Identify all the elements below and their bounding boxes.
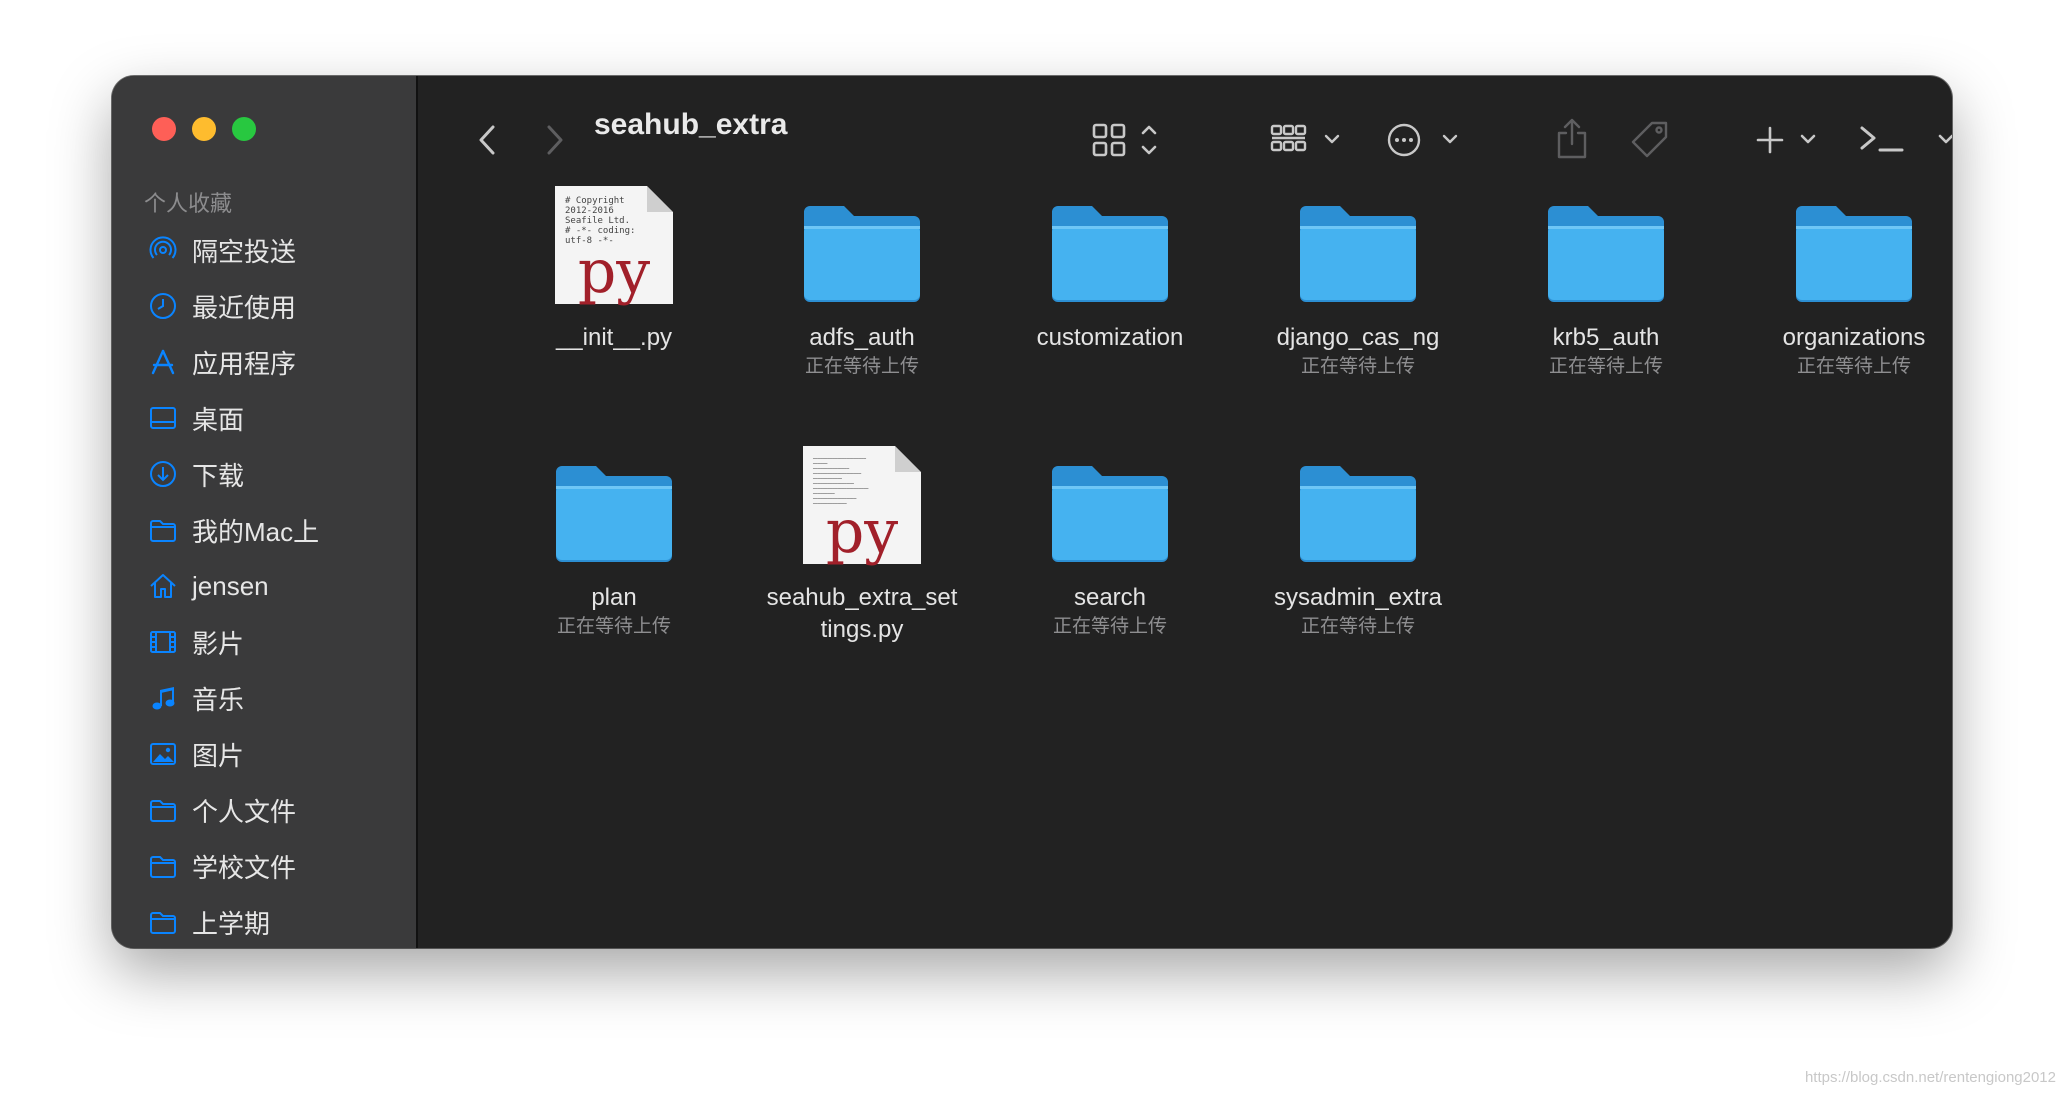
photo-icon: [148, 739, 178, 769]
sidebar-item-airdrop[interactable]: 隔空投送: [112, 222, 416, 278]
sidebar-item-label: 图片: [192, 740, 245, 771]
file-status: 正在等待上传: [1300, 616, 1415, 637]
file-name: seahub_extra_set tings.py: [766, 584, 958, 643]
sidebar-item-label: 影片: [192, 628, 245, 659]
folder-icon: [804, 206, 920, 302]
python-file-icon: # Copyright 2012-2016 Seafile Ltd. # -*-…: [555, 186, 673, 304]
sidebar-item-label: jensen: [192, 570, 269, 601]
desktop-icon: [148, 403, 178, 433]
music-icon: [148, 683, 178, 713]
file-item-adfs-auth[interactable]: adfs_auth 正在等待上传: [752, 176, 972, 380]
file-status: 正在等待上传: [1548, 356, 1663, 377]
applications-icon: [148, 347, 178, 377]
sidebar: 个人收藏 隔空投送 最近使用 应用程序 桌面 下载 我的Mac上 jensen …: [112, 76, 418, 948]
sidebar-item-label: 上学期: [192, 908, 271, 939]
folder-icon: [1796, 206, 1912, 302]
sidebar-item-label: 隔空投送: [192, 236, 297, 267]
sidebar-item-home[interactable]: jensen: [112, 558, 416, 614]
file-item-init-py[interactable]: # Copyright 2012-2016 Seafile Ltd. # -*-…: [504, 176, 724, 354]
sidebar-item-personal-files[interactable]: 个人文件: [112, 782, 416, 838]
folder-icon: [1052, 206, 1168, 302]
file-name: __init__.py: [555, 324, 673, 351]
folder-icon: [1052, 466, 1168, 562]
file-item-plan[interactable]: plan 正在等待上传: [504, 436, 724, 640]
sidebar-item-label: 个人文件: [192, 796, 297, 827]
python-file-icon: ━━━━━━━━━━━━━━━━━━━━━━ ━━━━━━ ━━━━━━━━━━…: [803, 446, 921, 564]
sidebar-item-on-my-mac[interactable]: 我的Mac上: [112, 502, 416, 558]
file-item-sysadmin-extra[interactable]: sysadmin_extra 正在等待上传: [1248, 436, 1468, 640]
sidebar-item-music[interactable]: 音乐: [112, 670, 416, 726]
close-button[interactable]: [152, 117, 176, 141]
file-item-krb5-auth[interactable]: krb5_auth 正在等待上传: [1496, 176, 1716, 380]
file-name: sysadmin_extra: [1273, 584, 1443, 611]
folder-icon: [148, 907, 178, 937]
file-grid: # Copyright 2012-2016 Seafile Ltd. # -*-…: [418, 76, 1952, 948]
airdrop-icon: [148, 235, 178, 265]
file-name: search: [1073, 584, 1147, 611]
file-status: 正在等待上传: [1300, 356, 1415, 377]
file-name: krb5_auth: [1552, 324, 1660, 351]
file-name: plan: [591, 584, 637, 611]
sidebar-item-label: 音乐: [192, 684, 245, 715]
home-icon: [148, 571, 178, 601]
folder-icon: [1548, 206, 1664, 302]
download-icon: [148, 459, 178, 489]
sidebar-item-desktop[interactable]: 桌面: [112, 390, 416, 446]
file-name: adfs_auth: [809, 324, 915, 351]
folder-icon: [148, 795, 178, 825]
folder-icon: [556, 466, 672, 562]
file-item-organizations[interactable]: organizations 正在等待上传: [1744, 176, 1952, 380]
sidebar-item-recents[interactable]: 最近使用: [112, 278, 416, 334]
folder-icon: [1300, 466, 1416, 562]
sidebar-item-school-files[interactable]: 学校文件: [112, 838, 416, 894]
file-status: 正在等待上传: [556, 616, 671, 637]
sidebar-list: 隔空投送 最近使用 应用程序 桌面 下载 我的Mac上 jensen 影片 音乐…: [112, 222, 416, 948]
file-item-django-cas-ng[interactable]: django_cas_ng 正在等待上传: [1248, 176, 1468, 380]
sidebar-item-label: 最近使用: [192, 292, 297, 323]
file-status: 正在等待上传: [1796, 356, 1911, 377]
file-item-search[interactable]: search 正在等待上传: [1000, 436, 1220, 640]
sidebar-item-applications[interactable]: 应用程序: [112, 334, 416, 390]
minimize-button[interactable]: [192, 117, 216, 141]
folder-icon: [148, 851, 178, 881]
sidebar-item-label: 桌面: [192, 404, 245, 435]
film-icon: [148, 627, 178, 657]
folder-icon: [148, 515, 178, 545]
sidebar-item-label: 学校文件: [192, 852, 297, 883]
file-status: 正在等待上传: [1052, 616, 1167, 637]
folder-icon: [1300, 206, 1416, 302]
file-name: django_cas_ng: [1276, 324, 1440, 351]
sidebar-item-movies[interactable]: 影片: [112, 614, 416, 670]
file-item-seahub-extra-settings-py[interactable]: ━━━━━━━━━━━━━━━━━━━━━━ ━━━━━━ ━━━━━━━━━━…: [752, 436, 972, 646]
file-name: organizations: [1782, 324, 1926, 351]
main-content: seahub_extra # Copyright 2012-2016 Seafi…: [418, 76, 1952, 948]
sidebar-section-title: 个人收藏: [144, 191, 233, 216]
sidebar-item-downloads[interactable]: 下载: [112, 446, 416, 502]
finder-window: 个人收藏 隔空投送 最近使用 应用程序 桌面 下载 我的Mac上 jensen …: [112, 76, 1952, 948]
file-item-customization[interactable]: customization: [1000, 176, 1220, 354]
file-name: customization: [1036, 324, 1184, 351]
file-status: 正在等待上传: [804, 356, 919, 377]
sidebar-item-pictures[interactable]: 图片: [112, 726, 416, 782]
sidebar-item-label: 我的Mac上: [192, 516, 320, 547]
sidebar-item-last-semester[interactable]: 上学期: [112, 894, 416, 948]
clock-icon: [148, 291, 178, 321]
sidebar-item-label: 应用程序: [192, 348, 297, 379]
zoom-button[interactable]: [232, 117, 256, 141]
sidebar-item-label: 下载: [192, 460, 245, 491]
watermark: https://blog.csdn.net/rentengiong2012: [1804, 1069, 2056, 1086]
